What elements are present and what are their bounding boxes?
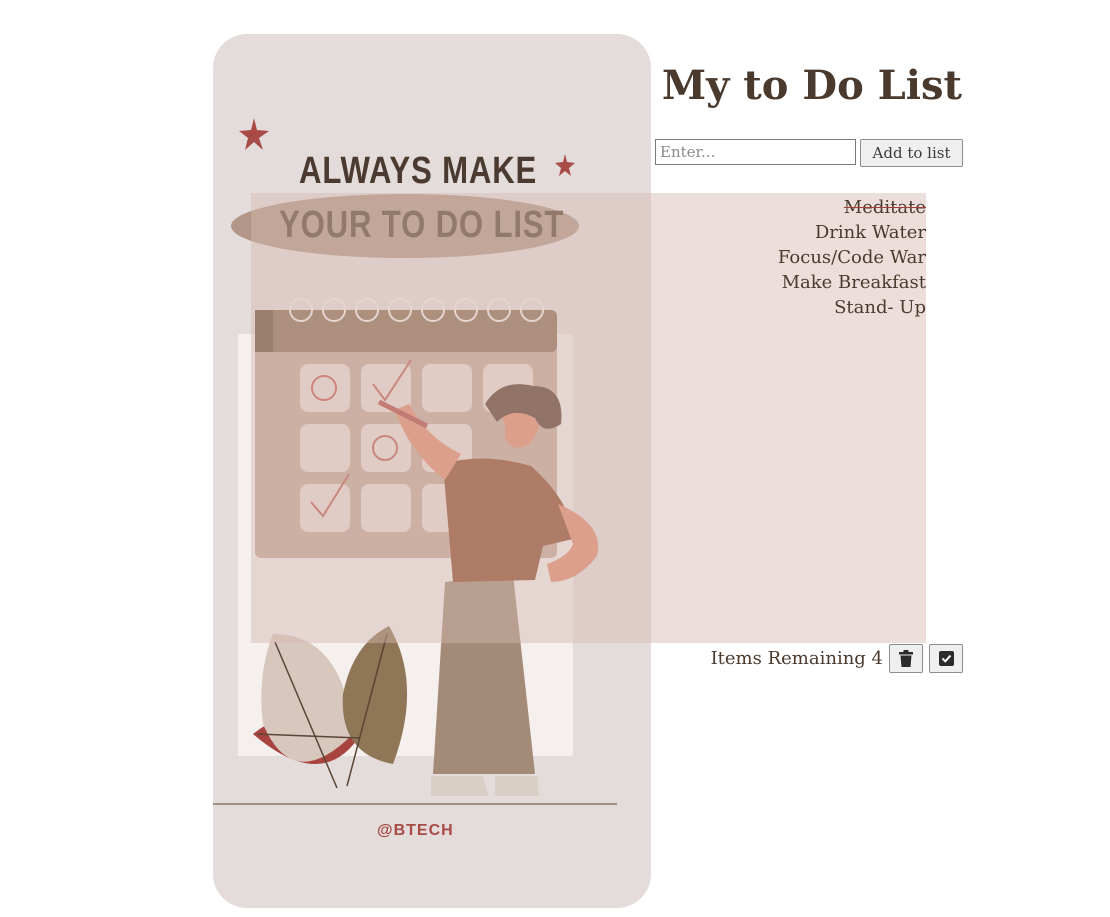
- check-square-icon: [938, 650, 954, 666]
- complete-all-button[interactable]: [929, 643, 963, 673]
- todo-list-panel: Meditate Drink Water Focus/Code War Make…: [251, 193, 926, 643]
- todo-list: Meditate Drink Water Focus/Code War Make…: [251, 193, 926, 320]
- todo-item[interactable]: Drink Water: [251, 220, 926, 245]
- delete-completed-button[interactable]: [889, 643, 923, 673]
- trash-icon: [899, 649, 913, 667]
- todo-item[interactable]: Focus/Code War: [251, 245, 926, 270]
- todo-item[interactable]: Meditate: [251, 195, 926, 220]
- poster-handle: @BTECH: [377, 822, 454, 839]
- add-to-list-button[interactable]: Add to list: [860, 139, 963, 167]
- page-title: My to Do List: [661, 62, 962, 109]
- todo-item[interactable]: Stand- Up: [251, 295, 926, 320]
- poster-headline-line1: ALWAYS MAKE: [299, 150, 538, 192]
- todo-input[interactable]: [655, 139, 856, 165]
- list-footer: Items Remaining 4: [711, 643, 963, 673]
- items-remaining-label: Items Remaining 4: [710, 647, 883, 669]
- todo-item[interactable]: Make Breakfast: [251, 270, 926, 295]
